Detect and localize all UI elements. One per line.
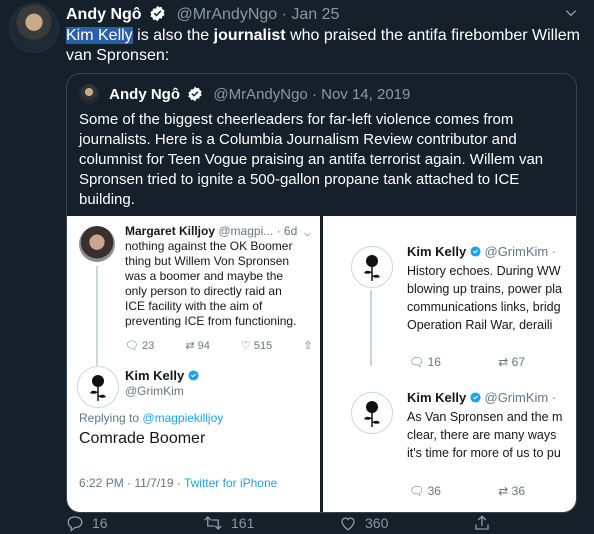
verified-badge-icon	[149, 5, 166, 27]
t1-stats: 🗨 16 ⇄ 67	[409, 355, 553, 369]
share-button[interactable]	[473, 514, 499, 532]
retweet-icon: ⇄ 36	[498, 484, 526, 498]
screenshot-image-left[interactable]: Margaret Killjoy @magpi... · 6d nothing …	[67, 216, 320, 512]
tweet-text-part: is also the	[132, 27, 214, 44]
like-count: 360	[365, 515, 389, 531]
separator-dot: ·	[551, 390, 557, 405]
t2-replies: 36	[427, 484, 441, 498]
quoted-author-name: Andy Ngô	[109, 86, 180, 103]
share-icon	[475, 515, 489, 530]
kim-header: Kim Kelly	[125, 368, 199, 383]
retweet-icon: ⇄ 94	[185, 340, 210, 352]
highlighted-name: Kim Kelly	[66, 27, 133, 44]
author-name[interactable]: Andy Ngô	[66, 6, 142, 23]
margaret-likes: 515	[253, 340, 273, 352]
like-button[interactable]: 360	[339, 514, 388, 532]
thread-line	[96, 266, 98, 366]
quoted-date: Nov 14, 2019	[321, 86, 411, 103]
replying-label: Replying to	[79, 411, 140, 425]
margaret-time: · 6d	[276, 224, 298, 238]
kim-reply-text: Comrade Boomer	[79, 430, 206, 447]
separator-dot: ·	[281, 6, 292, 23]
tweet-date[interactable]: Jan 25	[291, 6, 339, 23]
replying-to: Replying to @magpiekilljoy	[79, 411, 223, 425]
quoted-header: Andy Ngô @MrAndyNgo · Nov 14, 2019	[79, 84, 410, 106]
t2-line: it's time for more of us to pu	[407, 446, 561, 460]
reply-button[interactable]: 16	[66, 514, 108, 532]
t2-retweets: 36	[511, 484, 526, 498]
thread-line	[370, 290, 372, 366]
replying-handle: @magpiekilljoy	[142, 411, 224, 425]
verified-badge-icon	[187, 86, 203, 106]
kim-avatar-1	[351, 246, 393, 288]
reply-icon	[67, 516, 83, 532]
separator-dot: ·	[551, 244, 557, 259]
tweet-header: Andy Ngô @MrAndyNgo · Jan 25	[66, 5, 339, 27]
kim-handle: @GrimKim	[125, 384, 184, 398]
tweet-text-bold: journalist	[213, 27, 286, 44]
quoted-author-handle: @MrAndyNgo	[213, 86, 308, 103]
reply-count: 16	[92, 515, 108, 531]
quoted-tweet-card[interactable]: Andy Ngô @MrAndyNgo · Nov 14, 2019 Some …	[66, 73, 577, 513]
t2-handle: @GrimKim	[484, 390, 549, 405]
margaret-avatar	[79, 226, 115, 262]
t1-replies: 16	[427, 355, 441, 369]
rose-icon	[364, 255, 380, 281]
t1-line: History echoes. During WW	[407, 264, 561, 278]
t1-line: blowing up trains, power pla	[407, 282, 562, 296]
verified-badge-icon	[470, 244, 481, 259]
screenshot-image-right[interactable]: Kim Kelly @GrimKim · History echoes. Dur…	[323, 216, 576, 512]
more-chevron-icon[interactable]	[564, 6, 578, 25]
timestamp-line: 6:22 PM · 11/7/19 · Twitter for iPhone	[79, 476, 277, 490]
separator-dot: ·	[311, 86, 322, 103]
margaret-name: Margaret Killjoy	[125, 224, 216, 238]
client-label: Twitter for iPhone	[183, 476, 278, 490]
t2-stats: 🗨 36 ⇄ 36	[409, 484, 553, 498]
retweet-count: 161	[231, 515, 255, 531]
margaret-replies: 23	[142, 340, 155, 352]
like-icon: ♡ 515	[240, 340, 273, 352]
tweet-actions: 16 161 360	[66, 514, 586, 534]
heart-icon	[341, 517, 355, 531]
t2-header: Kim Kelly @GrimKim ·	[407, 390, 556, 405]
kim-avatar	[77, 366, 119, 408]
reply-icon: 🗨 16	[409, 355, 441, 369]
reply-icon: 🗨 36	[409, 484, 441, 498]
reply-icon: 🗨 23	[125, 340, 155, 352]
t2-name: Kim Kelly	[407, 390, 467, 405]
kim-name: Kim Kelly	[125, 368, 185, 383]
tweet-text: Kim Kelly is also the journalist who pra…	[66, 26, 586, 66]
t1-text: History echoes. During WW blowing up tra…	[407, 262, 562, 334]
rose-icon	[90, 375, 106, 401]
quoted-avatar	[79, 84, 99, 104]
author-handle[interactable]: @MrAndyNgo	[176, 6, 277, 23]
margaret-handle: @magpi...	[218, 224, 274, 238]
t1-retweets: 67	[511, 355, 526, 369]
t1-line: Operation Rail War, deraili	[407, 318, 553, 332]
t1-line: communications links, bridg	[407, 300, 561, 314]
t2-line: As Van Spronsen and the m	[407, 410, 563, 424]
kim-avatar-2	[351, 392, 393, 434]
t2-text: As Van Spronsen and the m clear, there a…	[407, 408, 562, 462]
retweet-icon: ⇄ 67	[498, 355, 526, 369]
timestamp: 6:22 PM · 11/7/19 ·	[79, 476, 184, 490]
author-avatar[interactable]	[9, 3, 59, 53]
share-icon: ⇧	[303, 340, 313, 352]
margaret-stats: 🗨 23 ⇄ 94 ♡ 515 ⇧	[125, 339, 327, 352]
t1-name: Kim Kelly	[407, 244, 467, 259]
margaret-text: nothing against the OK Boomer thing but …	[125, 239, 297, 328]
retweet-icon	[204, 516, 222, 530]
t2-line: clear, there are many ways	[407, 428, 557, 442]
verified-badge-icon	[188, 368, 199, 383]
rose-icon	[364, 401, 380, 427]
verified-badge-icon	[470, 390, 481, 405]
t1-header: Kim Kelly @GrimKim ·	[407, 244, 556, 259]
retweet-button[interactable]: 161	[203, 514, 254, 532]
margaret-header: Margaret Killjoy @magpi... · 6d	[125, 224, 297, 238]
margaret-retweets: 94	[197, 340, 210, 352]
quoted-text: Some of the biggest cheerleaders for far…	[79, 111, 544, 208]
t1-handle: @GrimKim	[484, 244, 549, 259]
